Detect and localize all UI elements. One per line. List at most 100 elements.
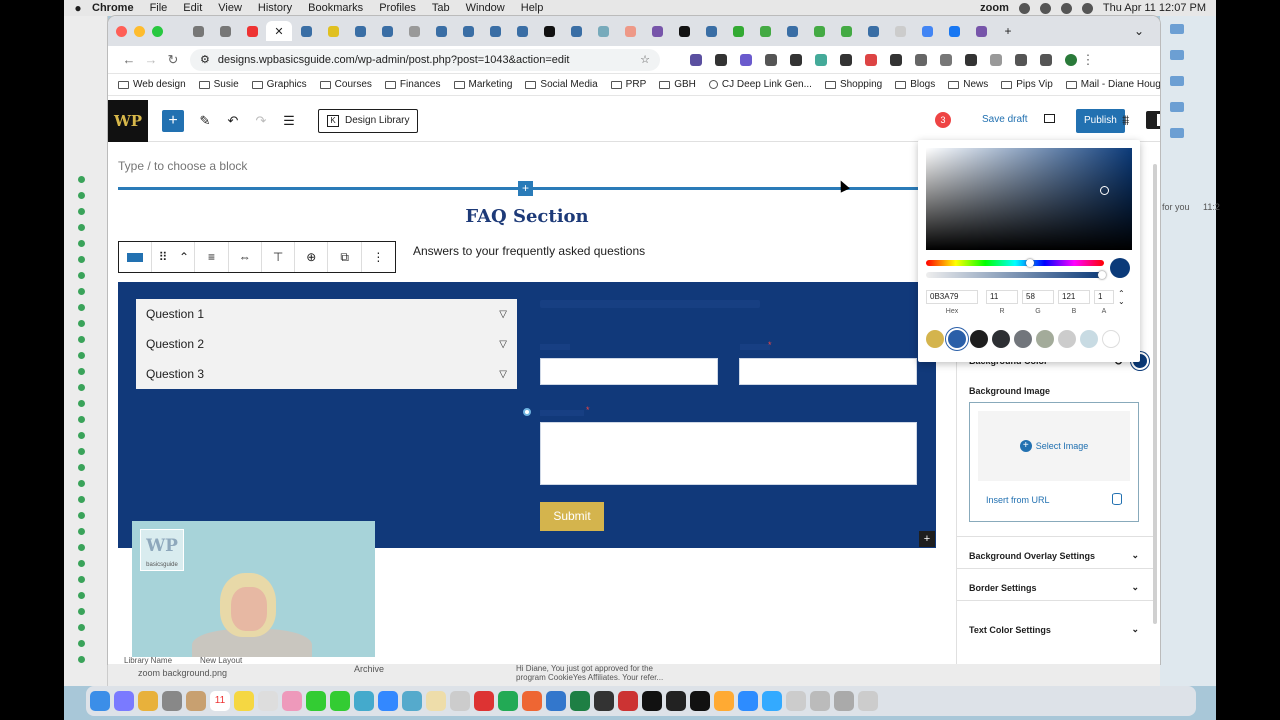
settings-sidebar-icon[interactable]	[1146, 111, 1160, 129]
notes-icon[interactable]	[234, 691, 254, 711]
browser-tab[interactable]	[860, 21, 886, 41]
form-email-input[interactable]	[739, 358, 917, 385]
tray-icon[interactable]	[1039, 2, 1051, 14]
close-tab-icon[interactable]: ✕	[274, 25, 283, 38]
browser-tab[interactable]	[536, 21, 562, 41]
menubar-clock[interactable]: Thu Apr 11 12:07 PM	[1103, 2, 1206, 14]
bookmark-folder[interactable]: Courses	[319, 79, 372, 90]
notion-icon[interactable]	[642, 691, 662, 711]
drag-handle-icon[interactable]: ⠿	[152, 242, 174, 272]
add-row-button[interactable]: +	[919, 531, 935, 547]
saturation-cursor[interactable]	[1100, 186, 1109, 195]
sidebar-scrollbar[interactable]	[1153, 164, 1157, 624]
panel-border-settings[interactable]: Border Settings ⌄	[969, 582, 1139, 593]
minimize-window-button[interactable]	[134, 25, 145, 37]
undo-icon[interactable]: ↶	[226, 113, 240, 129]
calendar-icon[interactable]: 11	[210, 691, 230, 711]
bookmark-folder[interactable]: Finances	[384, 79, 441, 90]
safari-icon[interactable]	[546, 691, 566, 711]
app-icon[interactable]	[186, 691, 206, 711]
panel-text-color[interactable]: Text Color Settings ⌄	[969, 624, 1139, 635]
accordion-item[interactable]: Question 2 ▽	[136, 329, 517, 359]
block-inserter-button[interactable]: +	[162, 109, 184, 132]
vertical-align-top-icon[interactable]: ⊤	[262, 242, 296, 272]
design-library-button[interactable]: K Design Library	[318, 108, 419, 133]
palette-swatch[interactable]	[1080, 330, 1098, 348]
folder-icon[interactable]	[1170, 50, 1184, 60]
faq-subtitle[interactable]: Answers to your frequently asked questio…	[413, 244, 645, 258]
reading-list-icon[interactable]	[1040, 53, 1052, 66]
browser-tab[interactable]	[887, 21, 913, 41]
redo-icon[interactable]: ↷	[254, 113, 268, 129]
align-icon[interactable]: ≡	[195, 242, 229, 272]
folder-icon[interactable]	[1170, 24, 1184, 34]
browser-tab[interactable]	[185, 21, 211, 41]
hue-slider-thumb[interactable]	[1026, 259, 1034, 267]
panel-background-overlay[interactable]: Background Overlay Settings ⌄	[969, 550, 1139, 561]
terminal-icon[interactable]	[690, 691, 710, 711]
app-icon[interactable]	[594, 691, 614, 711]
browser-tab[interactable]	[563, 21, 589, 41]
palette-swatch[interactable]	[1014, 330, 1032, 348]
extension-icon[interactable]	[940, 53, 952, 66]
bookmark-folder[interactable]: Blogs	[895, 79, 935, 90]
browser-tab[interactable]	[590, 21, 616, 41]
extension-icon[interactable]	[840, 53, 852, 66]
palette-swatch[interactable]	[992, 330, 1010, 348]
browser-tab[interactable]	[941, 21, 967, 41]
app-icon[interactable]	[114, 691, 134, 711]
menu-edit[interactable]: Edit	[183, 2, 202, 14]
extension-icon[interactable]	[790, 53, 802, 66]
zoom-icon[interactable]	[738, 691, 758, 711]
app-icon[interactable]	[162, 691, 182, 711]
palette-swatch[interactable]	[1036, 330, 1054, 348]
close-window-button[interactable]	[116, 25, 127, 37]
browser-tab[interactable]	[833, 21, 859, 41]
app-icon[interactable]	[810, 691, 830, 711]
bookmark-folder[interactable]: Web design	[118, 79, 186, 90]
app-icon[interactable]	[258, 691, 278, 711]
menu-app-name[interactable]: Chrome	[92, 2, 134, 14]
tab-search-button[interactable]: ⌄	[1126, 21, 1152, 41]
bookmark-folder[interactable]: Social Media	[525, 79, 598, 90]
app-icon[interactable]	[354, 691, 374, 711]
pencil-icon[interactable]: ✎	[198, 113, 212, 129]
preview-icon[interactable]	[1044, 114, 1055, 123]
browser-tab[interactable]	[968, 21, 994, 41]
bookmark-folder[interactable]: Marketing	[453, 79, 512, 90]
menu-tab[interactable]: Tab	[432, 2, 450, 14]
apple-icon[interactable]: ●	[64, 1, 92, 15]
bookmark-folder[interactable]: Graphics	[251, 79, 307, 90]
extension-icon[interactable]	[715, 53, 727, 66]
accordion-item[interactable]: Question 3 ▽	[136, 359, 517, 389]
list-view-icon[interactable]: ☰	[282, 113, 296, 129]
menu-view[interactable]: View	[218, 2, 242, 14]
menu-bookmarks[interactable]: Bookmarks	[308, 2, 363, 14]
folder-icon[interactable]	[1170, 76, 1184, 86]
browser-tab[interactable]	[617, 21, 643, 41]
menu-file[interactable]: File	[150, 2, 168, 14]
browser-tab[interactable]	[806, 21, 832, 41]
column-resize-handle[interactable]	[523, 408, 531, 416]
excel-icon[interactable]	[570, 691, 590, 711]
row-layout-block[interactable]: Question 1 ▽ Question 2 ▽ Question 3 ▽ *	[118, 282, 936, 548]
insert-from-url-link[interactable]: Insert from URL	[986, 495, 1050, 505]
browser-tab[interactable]	[401, 21, 427, 41]
bookmark-folder[interactable]: Shopping	[824, 79, 882, 90]
browser-tab[interactable]	[914, 21, 940, 41]
extension-icon[interactable]	[690, 53, 702, 66]
hue-slider[interactable]	[926, 260, 1104, 266]
browser-tab[interactable]	[374, 21, 400, 41]
browser-tab[interactable]	[698, 21, 724, 41]
menu-profiles[interactable]: Profiles	[379, 2, 416, 14]
browser-tab[interactable]	[455, 21, 481, 41]
acrobat-icon[interactable]	[474, 691, 494, 711]
bookmark-folder[interactable]: Pips Vip	[1001, 79, 1053, 90]
app-icon[interactable]	[450, 691, 470, 711]
browser-tab[interactable]	[293, 21, 319, 41]
add-block-icon[interactable]: ⊕	[295, 242, 329, 272]
publish-button[interactable]: Publish	[1076, 109, 1125, 133]
palette-swatch[interactable]	[1058, 330, 1076, 348]
bookmark-star-icon[interactable]: ☆	[640, 53, 650, 66]
browser-tab[interactable]	[671, 21, 697, 41]
